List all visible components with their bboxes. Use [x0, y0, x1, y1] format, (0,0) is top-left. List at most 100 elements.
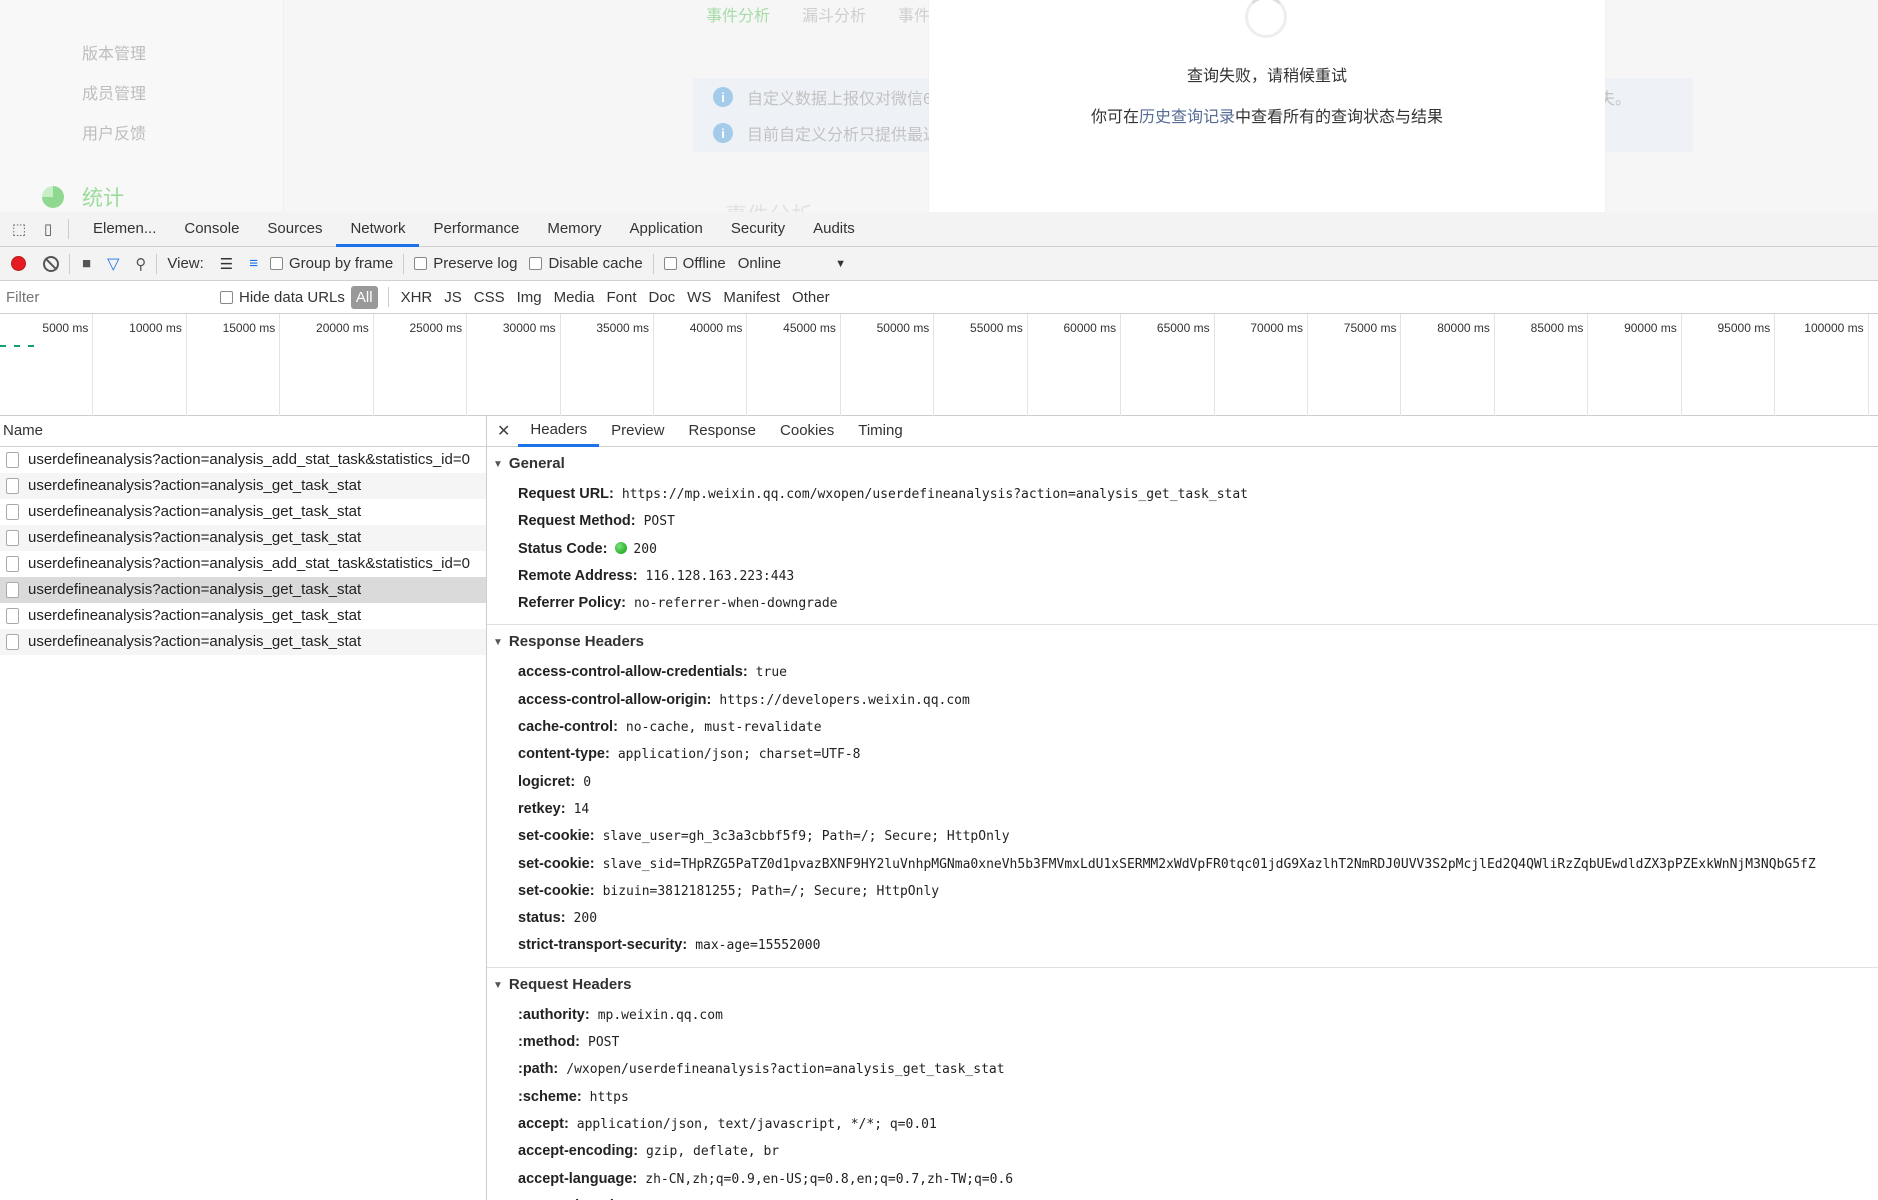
search-icon[interactable]: ⚲	[135, 255, 146, 273]
name-column-header[interactable]: Name	[0, 415, 486, 447]
sidebar-item-feedback[interactable]: 用户反馈	[82, 120, 146, 144]
timeline-tick: 85000 ms	[1495, 314, 1589, 416]
tab-cookies[interactable]: Cookies	[768, 415, 846, 447]
tab-timing[interactable]: Timing	[846, 415, 914, 447]
tab-performance[interactable]: Performance	[419, 212, 533, 247]
header-key: Request Method:	[518, 513, 636, 530]
request-name: userdefineanalysis?action=analysis_get_t…	[28, 503, 362, 520]
network-overview-timeline[interactable]: 5000 ms 10000 ms 15000 ms 20000 ms 25000 ms 3…	[0, 314, 1878, 416]
divider	[68, 219, 69, 239]
disable-cache-checkbox[interactable]: Disable cache	[529, 255, 643, 272]
request-row[interactable]: userdefineanalysis?action=analysis_get_t…	[0, 577, 486, 603]
header-key: cache-control:	[518, 719, 618, 736]
header-value: 14	[573, 801, 590, 817]
group-by-frame-checkbox[interactable]: Group by frame	[270, 255, 393, 272]
header-value: no-cache, must-revalidate	[625, 720, 822, 736]
request-row[interactable]: userdefineanalysis?action=analysis_get_t…	[0, 525, 486, 551]
tab-event-analysis[interactable]: 事件分析	[706, 2, 770, 26]
filter-type-all[interactable]: All	[350, 285, 378, 309]
header-row: access-control-allow-credentials: true	[487, 659, 1878, 686]
filter-type-other[interactable]: Other	[792, 289, 830, 306]
timeline-tick: 95000 ms	[1682, 314, 1776, 416]
tab-headers[interactable]: Headers	[518, 415, 600, 447]
filter-input[interactable]	[2, 284, 208, 310]
record-button[interactable]	[11, 256, 26, 271]
request-list: Name userdefineanalysis?action=analysis_…	[0, 415, 487, 1200]
timeline-tick: 60000 ms	[1028, 314, 1122, 416]
header-value: POST	[588, 1035, 620, 1051]
header-key: :method:	[518, 1034, 581, 1051]
notice-text: 目前自定义分析只提供最近	[747, 127, 940, 144]
tab-response[interactable]: Response	[676, 415, 768, 447]
throttling-select[interactable]: Online	[738, 255, 781, 272]
response-headers-header[interactable]: Response Headers	[487, 625, 1878, 659]
request-row[interactable]: userdefineanalysis?action=analysis_get_t…	[0, 603, 486, 629]
sidebar-section-stats[interactable]: 统计	[42, 182, 124, 212]
request-row[interactable]: userdefineanalysis?action=analysis_get_t…	[0, 473, 486, 499]
header-key: access-control-allow-credentials:	[518, 664, 748, 681]
waterfall-icon[interactable]: ≡	[249, 255, 258, 272]
chevron-down-icon[interactable]: ▼	[835, 258, 846, 270]
filter-type-doc[interactable]: Doc	[648, 289, 675, 306]
request-headers-header[interactable]: Request Headers	[487, 968, 1878, 1002]
filter-type-ws[interactable]: WS	[687, 289, 711, 306]
file-icon	[6, 451, 19, 468]
divider	[403, 253, 405, 274]
filter-type-js[interactable]: JS	[444, 289, 462, 306]
request-row[interactable]: userdefineanalysis?action=analysis_get_t…	[0, 499, 486, 525]
tab-preview[interactable]: Preview	[599, 415, 676, 447]
sidebar-item-version[interactable]: 版本管理	[82, 40, 146, 64]
header-row: retkey: 14	[487, 796, 1878, 823]
tab-audits[interactable]: Audits	[799, 212, 869, 247]
tab-network[interactable]: Network	[336, 212, 420, 247]
tab-application[interactable]: Application	[616, 212, 717, 247]
request-row[interactable]: userdefineanalysis?action=analysis_add_s…	[0, 551, 486, 577]
filter-type-img[interactable]: Img	[517, 289, 542, 306]
preserve-log-checkbox[interactable]: Preserve log	[414, 255, 517, 272]
tab-console[interactable]: Console	[170, 212, 253, 247]
header-row: Request Method: POST	[487, 508, 1878, 535]
header-value: 116.128.163.223:443	[645, 568, 795, 584]
timeline-tick: 75000 ms	[1308, 314, 1402, 416]
filter-type-font[interactable]: Font	[606, 289, 636, 306]
timeline-tick: 50000 ms	[841, 314, 935, 416]
general-section-header[interactable]: General	[487, 447, 1878, 481]
clear-button[interactable]	[43, 255, 59, 272]
header-value: gzip, deflate, br	[646, 1144, 780, 1160]
filter-type-css[interactable]: CSS	[474, 289, 505, 306]
tab-security[interactable]: Security	[717, 212, 799, 247]
tab-funnel-analysis[interactable]: 漏斗分析	[802, 2, 866, 26]
filter-type-xhr[interactable]: XHR	[401, 289, 433, 306]
filter-type-media[interactable]: Media	[554, 289, 595, 306]
timeline-tick: 55000 ms	[934, 314, 1028, 416]
large-rows-icon[interactable]: ☰	[220, 255, 233, 273]
analysis-tabs: 事件分析 漏斗分析 事件	[706, 2, 930, 26]
history-link[interactable]: 历史查询记录	[1139, 109, 1235, 126]
filter-icon[interactable]: ▽	[107, 254, 119, 274]
tab-event[interactable]: 事件	[898, 2, 930, 26]
header-key: set-cookie:	[518, 828, 595, 845]
general-section: General Request URL: https://mp.weixin.qq…	[487, 447, 1878, 626]
offline-checkbox[interactable]: Offline	[663, 255, 726, 272]
header-key: accept:	[518, 1115, 569, 1132]
hide-data-urls-checkbox[interactable]: Hide data URLs	[220, 289, 345, 306]
request-row[interactable]: userdefineanalysis?action=analysis_get_t…	[0, 629, 486, 655]
app-sidebar: 版本管理 成员管理 用户反馈 统计	[0, 0, 284, 212]
request-row[interactable]: userdefineanalysis?action=analysis_add_s…	[0, 447, 486, 473]
tab-elements[interactable]: Elemen...	[79, 212, 170, 247]
capture-screenshots-icon[interactable]: ■	[82, 255, 91, 272]
sidebar-item-members[interactable]: 成员管理	[82, 80, 146, 104]
header-key: set-cookie:	[518, 855, 595, 872]
dialog-message-suffix: 中查看所有的查询状态与结果	[1235, 109, 1444, 126]
close-icon[interactable]: ✕	[497, 421, 510, 441]
header-row: accept-language: zh-CN,zh;q=0.9,en-US;q=0…	[487, 1166, 1878, 1193]
dialog-message: 你可在历史查询记录中查看所有的查询状态与结果	[929, 103, 1605, 127]
tab-memory[interactable]: Memory	[533, 212, 615, 247]
request-rows: userdefineanalysis?action=analysis_add_s…	[0, 447, 486, 655]
header-value: mp.weixin.qq.com	[597, 1007, 723, 1023]
filter-type-manifest[interactable]: Manifest	[723, 289, 780, 306]
inspect-element-icon[interactable]: ⬚	[9, 219, 29, 239]
tab-sources[interactable]: Sources	[253, 212, 336, 247]
timeline-tick: 35000 ms	[561, 314, 655, 416]
device-toolbar-icon[interactable]: ▯	[38, 219, 58, 239]
